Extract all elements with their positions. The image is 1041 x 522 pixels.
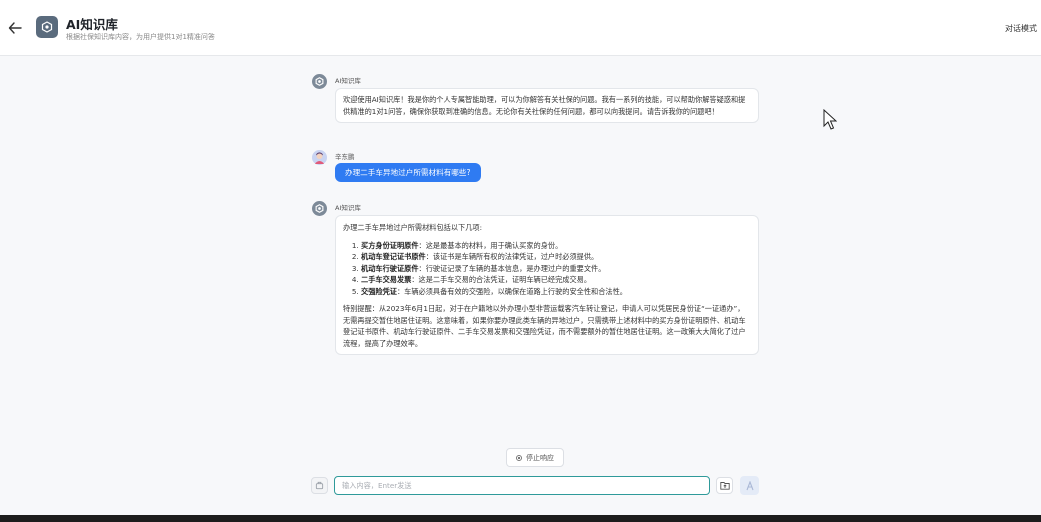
ai-avatar (312, 201, 327, 216)
stop-response-label: 停止响应 (526, 453, 554, 462)
broom-icon (315, 481, 324, 490)
header: AI知识库 根据社保知识库内容，为用户提供1对1精准问答 对话模式 (0, 0, 1041, 56)
list-item: 机动车登记证书原件：该证书是车辆所有权的法律凭证，过户时必须提供。 (361, 251, 751, 263)
stop-response-button[interactable]: 停止响应 (506, 448, 564, 467)
send-button[interactable] (740, 476, 759, 495)
mouse-pointer-icon (823, 109, 837, 130)
list-item: 二手车交易发票：这是二手车交易的合法凭证，证明车辆已经完成交易。 (361, 274, 751, 286)
list-item: 交强险凭证：车辆必须具备有效的交强险，以确保在道路上行驶的安全性和合法性。 (361, 286, 751, 298)
sender-name: AI知识库 (335, 204, 361, 212)
app-subtitle: 根据社保知识库内容，为用户提供1对1精准问答 (66, 33, 215, 41)
message-text: 欢迎使用AI知识库！我是你的个人专属智能助理，可以为你解答有关社保的问题。我有一… (343, 95, 746, 116)
clear-button[interactable] (311, 477, 328, 494)
ai-avatar (312, 74, 327, 89)
hexagon-icon (315, 204, 324, 213)
user-message-bubble: 办理二手车异地过户所需材料有哪些? (335, 163, 481, 182)
app-logo (36, 16, 58, 38)
answer-note: 特别提醒：从2023年6月1日起，对于在户籍地以外办理小型非营运载客汽车转让登记… (343, 304, 746, 348)
list-item: 机动车行驶证原件：行驶证记录了车辆的基本信息，是办理过户的重要文件。 (361, 263, 751, 275)
message-bubble: 欢迎使用AI知识库！我是你的个人专属智能助理，可以为你解答有关社保的问题。我有一… (335, 88, 759, 123)
hexagon-icon (315, 77, 324, 86)
answer-intro: 办理二手车异地过户所需材料包括以下几项: (343, 223, 482, 232)
list-item: 买方身份证明原件：这是最基本的材料，用于确认买家的身份。 (361, 240, 751, 252)
sender-name: 辛东鹏 (335, 153, 355, 161)
materials-list: 买方身份证明原件：这是最基本的材料，用于确认买家的身份。 机动车登记证书原件：该… (343, 240, 751, 298)
folder-upload-icon (719, 482, 730, 490)
sender-name: AI知识库 (335, 77, 361, 85)
back-button[interactable] (8, 18, 24, 38)
hexagon-icon (41, 21, 53, 33)
stop-icon (516, 454, 522, 461)
chat-mode-button[interactable]: 对话模式 (1005, 23, 1037, 34)
app-title: AI知识库 (66, 17, 118, 32)
message-bubble: 办理二手车异地过户所需材料包括以下几项: 买方身份证明原件：这是最基本的材料，用… (335, 215, 759, 355)
bottom-bar (0, 515, 1041, 522)
upload-file-button[interactable] (716, 477, 733, 494)
send-icon (745, 480, 754, 490)
arrow-left-icon (8, 22, 22, 34)
user-avatar (312, 150, 327, 165)
user-avatar-icon (312, 150, 327, 165)
chat-input[interactable] (334, 476, 710, 495)
